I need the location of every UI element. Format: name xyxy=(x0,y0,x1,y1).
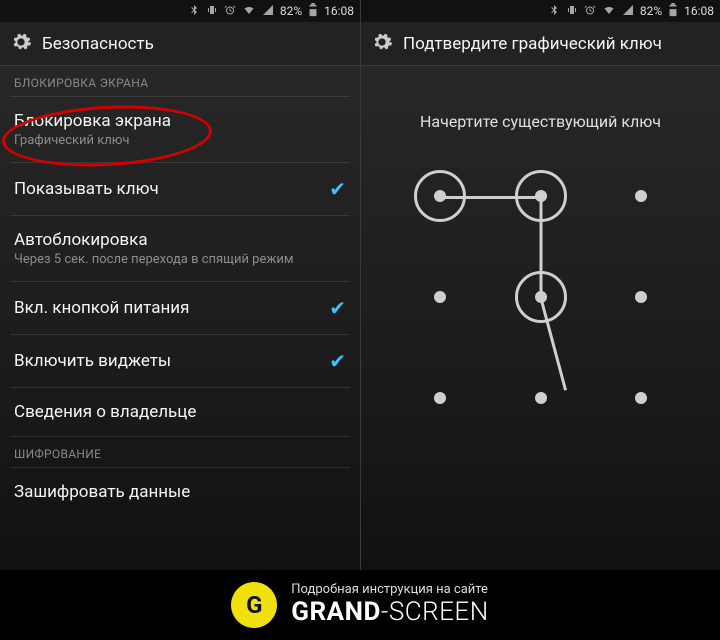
pattern-grid[interactable] xyxy=(401,157,681,437)
item-encrypt[interactable]: Зашифровать данные xyxy=(0,468,360,516)
footer-subtitle: Подробная инструкция на сайте xyxy=(291,583,488,598)
item-show-pattern[interactable]: Показывать ключ ✔ xyxy=(0,163,360,215)
clock-text: 16:08 xyxy=(684,4,714,18)
pattern-dot[interactable] xyxy=(635,392,647,404)
bluetooth-icon xyxy=(188,4,200,19)
item-title: Включить виджеты xyxy=(14,351,329,371)
pattern-dot[interactable] xyxy=(535,392,547,404)
item-screen-lock[interactable]: Блокировка экрана Графический ключ xyxy=(0,97,360,162)
section-header-lock: БЛОКИРОВКА ЭКРАНА xyxy=(0,66,360,96)
pattern-line xyxy=(440,196,540,199)
pattern-prompt: Начертите существующий ключ xyxy=(420,112,661,131)
item-title: Блокировка экрана xyxy=(14,111,346,131)
pattern-dot[interactable] xyxy=(434,392,446,404)
pattern-dot[interactable] xyxy=(635,190,647,202)
vibrate-icon xyxy=(206,4,218,19)
item-title: Зашифровать данные xyxy=(14,482,346,502)
pattern-area[interactable]: Начертите существующий ключ xyxy=(361,66,720,570)
vibrate-icon xyxy=(566,4,578,19)
footer-brand: GRAND-SCREEN xyxy=(291,598,488,628)
gear-icon xyxy=(10,31,32,57)
battery-icon xyxy=(308,3,318,20)
pattern-dot[interactable] xyxy=(434,291,446,303)
page-title: Подтвердите графический ключ xyxy=(403,34,662,54)
title-bar: Подтвердите графический ключ xyxy=(361,22,720,66)
item-title: Показывать ключ xyxy=(14,179,329,199)
battery-icon xyxy=(668,3,678,20)
item-auto-lock[interactable]: Автоблокировка Через 5 сек. после перехо… xyxy=(0,216,360,281)
settings-screen: 82% 16:08 Безопасность БЛОКИРОВКА ЭКРАНА… xyxy=(0,0,360,570)
status-bar: 82% 16:08 xyxy=(361,0,720,22)
item-subtitle: Через 5 сек. после перехода в спящий реж… xyxy=(14,252,346,267)
item-title: Вкл. кнопкой питания xyxy=(14,298,329,318)
battery-text: 82% xyxy=(640,4,662,18)
status-bar: 82% 16:08 xyxy=(0,0,360,22)
pattern-confirm-screen: 82% 16:08 Подтвердите графический ключ Н… xyxy=(360,0,720,570)
battery-text: 82% xyxy=(280,4,302,18)
checkbox-checked-icon[interactable]: ✔ xyxy=(329,349,346,373)
item-title: Автоблокировка xyxy=(14,230,346,250)
section-header-encryption: ШИФРОВАНИЕ xyxy=(0,437,360,467)
item-owner-info[interactable]: Сведения о владельце xyxy=(0,388,360,436)
item-title: Сведения о владельце xyxy=(14,402,346,422)
signal-icon xyxy=(262,4,274,19)
pattern-dot[interactable] xyxy=(635,291,647,303)
footer-brand-thin: -SCREEN xyxy=(381,597,489,627)
wifi-icon xyxy=(242,4,256,19)
checkbox-checked-icon[interactable]: ✔ xyxy=(329,177,346,201)
alarm-icon xyxy=(224,4,236,19)
footer-brand-bold: GRAND xyxy=(291,597,381,627)
gear-icon xyxy=(371,31,393,57)
alarm-icon xyxy=(584,4,596,19)
item-subtitle: Графический ключ xyxy=(14,133,346,148)
title-bar: Безопасность xyxy=(0,22,360,66)
item-power-lock[interactable]: Вкл. кнопкой питания ✔ xyxy=(0,282,360,334)
page-title: Безопасность xyxy=(42,34,154,54)
settings-list: БЛОКИРОВКА ЭКРАНА Блокировка экрана Граф… xyxy=(0,66,360,570)
bluetooth-icon xyxy=(548,4,560,19)
signal-icon xyxy=(622,4,634,19)
clock-text: 16:08 xyxy=(324,4,354,18)
item-widgets[interactable]: Включить виджеты ✔ xyxy=(0,335,360,387)
checkbox-checked-icon[interactable]: ✔ xyxy=(329,296,346,320)
pattern-line xyxy=(539,198,542,298)
footer-banner: G Подробная инструкция на сайте GRAND-SC… xyxy=(0,570,720,640)
wifi-icon xyxy=(602,4,616,19)
logo-badge: G xyxy=(231,582,277,628)
